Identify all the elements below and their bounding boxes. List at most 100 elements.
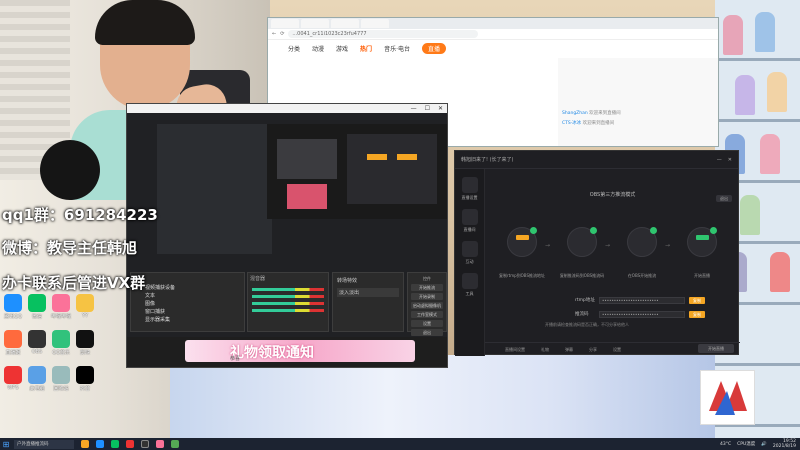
browser-tab[interactable] (361, 19, 389, 28)
start-live-button[interactable]: 开始直播 (698, 344, 734, 353)
app-icon[interactable] (171, 440, 179, 448)
icon-label: 抖音 (79, 386, 90, 392)
stream-key-label: 推流码 (575, 312, 589, 317)
audio-meter (252, 295, 324, 298)
explorer-icon[interactable] (81, 440, 89, 448)
virtual-camera-button[interactable]: 启动虚拟摄像机 (411, 302, 443, 309)
back-icon[interactable]: ← (272, 31, 276, 37)
browser-tab[interactable] (331, 19, 359, 28)
icon-label: WPS (7, 385, 19, 391)
close-icon[interactable]: ✕ (728, 157, 732, 163)
bottom-item[interactable]: 分享 (589, 347, 597, 353)
bottom-item[interactable]: 礼物 (541, 347, 549, 353)
browser-toolbar: ← ⟳ ...0041_cr11i1023c23rfu4777 (268, 29, 718, 40)
browser-tab[interactable] (301, 19, 329, 28)
chat-line: ShangZhan 欢迎来到直播间 (558, 108, 718, 118)
wechat-icon[interactable] (28, 294, 46, 312)
recycle-bin-icon[interactable] (52, 366, 70, 384)
arrow-icon: → (605, 242, 611, 249)
settings-button[interactable]: 设置 (411, 320, 443, 327)
figure (755, 12, 775, 52)
volume-icon[interactable]: 🔊 (761, 442, 767, 447)
check-icon (650, 227, 657, 234)
yy-icon[interactable] (76, 294, 94, 312)
stream-key-row: 推流码 •••••••••••••••••••••••• 复制 (575, 310, 705, 318)
windows-start-icon[interactable]: ⊞ (0, 438, 12, 450)
stream-tool-window[interactable]: 韩旭旧来了! (长了来了) — ✕ 直播设置 直播间 互动 工具 OBS第三方推… (454, 150, 740, 356)
bottom-item[interactable]: 直播间设置 (505, 347, 525, 353)
desktop-icons: 腾讯QQ 微信 哔哩哔哩 YY 直播姬 OBS QQ音乐 剪映 WPS 此电脑 … (0, 290, 100, 438)
live-assistant-icon[interactable] (4, 330, 22, 348)
chat-text: 欢迎来到直播间 (582, 121, 615, 126)
close-icon[interactable]: ✕ (438, 105, 443, 112)
obs-preview[interactable] (267, 124, 447, 219)
step-1 (507, 227, 537, 257)
app-icon[interactable] (126, 440, 134, 448)
live-settings-icon[interactable] (461, 177, 478, 193)
obs-window[interactable]: — ☐ ✕ 来源 视频捕获设备 文本 图像 窗口捕获 显示器采集 混音器 转场特… (126, 103, 448, 368)
source-row[interactable]: 文本 (131, 292, 244, 300)
sidebar-label: 互动 (465, 259, 474, 264)
minimize-icon[interactable]: — (717, 157, 722, 163)
start-record-button[interactable]: 开始录制 (411, 293, 443, 300)
taskbar-search[interactable]: 户外直播推流码 (14, 439, 74, 449)
browser-icon[interactable] (96, 440, 104, 448)
source-row[interactable]: 视频捕获设备 (131, 284, 244, 292)
gift-notice-banner: 礼物领取通知 (185, 340, 415, 362)
interact-icon[interactable] (461, 241, 478, 257)
copy-rtmp-button[interactable]: 复制 (689, 296, 705, 304)
address-bar[interactable]: ...0041_cr11i1023c23rfu4777 (288, 30, 479, 38)
rtmp-field[interactable]: •••••••••••••••••••••••• (599, 296, 685, 304)
tool-heading: OBS第三方推流模式 (589, 192, 636, 198)
icon-label: YY (81, 313, 89, 319)
chat-user[interactable]: CTS·冰冰 (562, 121, 581, 126)
figure (760, 134, 780, 174)
chat-user[interactable]: ShangZhan (562, 111, 588, 116)
obs-icon[interactable] (141, 440, 149, 448)
clock[interactable]: 19:52 2021/8/19 (773, 439, 796, 449)
qq-icon[interactable] (4, 294, 22, 312)
tools-icon[interactable] (461, 273, 478, 289)
music-icon[interactable] (52, 330, 70, 348)
nav-item[interactable]: 动漫 (312, 44, 324, 53)
source-row[interactable]: 显示器采集 (131, 316, 244, 324)
bottom-item[interactable]: 弹幕 (565, 347, 573, 353)
bilibili-icon[interactable] (156, 440, 164, 448)
tool-titlebar: 韩旭旧来了! (长了来了) — ✕ (455, 151, 738, 169)
taskbar: ⊞ 户外直播推流码 43°C CPU温度 🔊 19:52 2021/8/19 (0, 438, 800, 450)
nav-item-selected[interactable]: 热门 (360, 44, 372, 53)
douyin-icon[interactable] (76, 366, 94, 384)
exit-mode-button[interactable]: 退出 (716, 195, 732, 202)
stream-key-field[interactable]: •••••••••••••••••••••••• (599, 310, 685, 318)
bilibili-icon[interactable] (52, 294, 70, 312)
studio-mode-button[interactable]: 工作室模式 (411, 311, 443, 318)
wps-icon[interactable] (4, 366, 22, 384)
bottom-item[interactable]: 设置 (613, 347, 621, 353)
figure (735, 75, 755, 115)
source-row[interactable]: 窗口捕获 (131, 308, 244, 316)
start-stream-button[interactable]: 开始推流 (411, 284, 443, 291)
live-pill-button[interactable]: 直播 (421, 42, 446, 54)
audio-mixer: 混音器 (247, 272, 329, 332)
browser-tab[interactable] (271, 19, 299, 28)
refresh-icon[interactable]: ⟳ (280, 31, 284, 37)
chat-panel: ShangZhan 欢迎来到直播间 CTS·冰冰 欢迎来到直播间 (558, 58, 718, 146)
capcut-icon[interactable] (76, 330, 94, 348)
copy-key-button[interactable]: 复制 (689, 310, 705, 318)
sources-header: 来源 (133, 276, 144, 282)
wechat-icon[interactable] (111, 440, 119, 448)
nav-item[interactable]: 游戏 (336, 44, 348, 53)
minimize-icon[interactable]: — (411, 105, 417, 112)
source-row[interactable]: 图像 (131, 300, 244, 308)
maximize-icon[interactable]: ☐ (425, 105, 430, 112)
arrow-icon: → (545, 242, 551, 249)
tool-tip: 开播前请检查推流码是否正确，不可分享给他人 (545, 322, 629, 327)
step-2 (567, 227, 597, 257)
obs-icon[interactable] (28, 330, 46, 348)
computer-icon[interactable] (28, 366, 46, 384)
nav-item[interactable]: 音乐·电台 (384, 44, 410, 53)
exit-button[interactable]: 退出 (411, 329, 443, 336)
transition-select[interactable]: 淡入淡出 (337, 288, 399, 297)
live-room-icon[interactable] (461, 209, 478, 225)
nav-item[interactable]: 分类 (288, 44, 300, 53)
